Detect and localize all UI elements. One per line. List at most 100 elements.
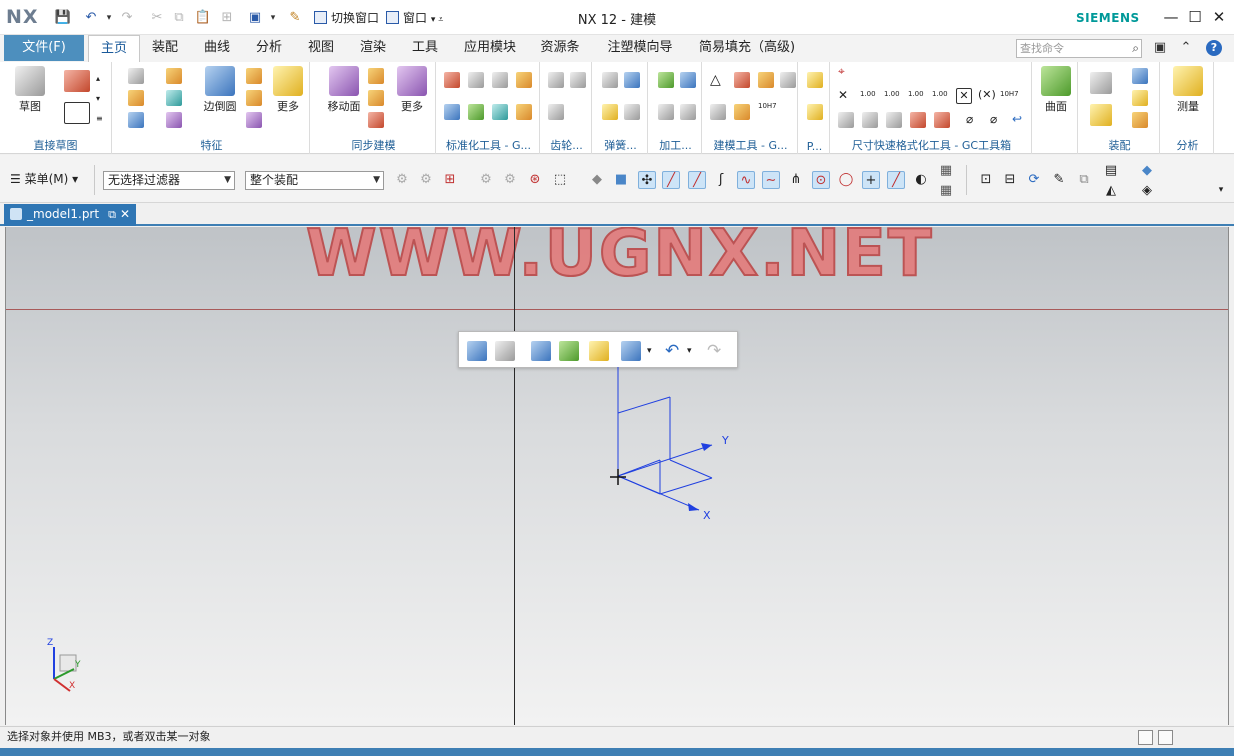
p-tool-1-icon[interactable] (807, 72, 823, 88)
tab-view[interactable]: 视图 (300, 35, 342, 62)
filter-tool-3-icon[interactable]: ⊞ (441, 171, 459, 189)
build-tool-6-icon[interactable] (734, 104, 750, 120)
gear-2-icon[interactable] (570, 72, 586, 88)
pan-icon[interactable]: ✎ (1050, 171, 1068, 189)
offset-region-icon[interactable] (368, 90, 384, 106)
window-layout-icon[interactable]: ▣ (1152, 40, 1168, 56)
status-selection-icon[interactable] (1138, 730, 1153, 745)
datum-csys[interactable] (601, 367, 741, 527)
gear-1-icon[interactable] (548, 72, 564, 88)
paren-x-icon[interactable]: (✕) (978, 88, 996, 104)
pin-icon[interactable]: ⧉ (108, 204, 116, 225)
select-solid-icon[interactable]: ■ (612, 171, 630, 189)
std-tool-6-icon[interactable] (468, 104, 484, 120)
tol-2-icon[interactable]: 1.00 (884, 90, 904, 106)
machining-1-icon[interactable] (658, 72, 674, 88)
chamfer-icon[interactable] (246, 68, 262, 84)
hide-icon[interactable] (531, 341, 551, 361)
tol-4-icon[interactable]: 1.00 (932, 90, 952, 106)
build-tool-3-icon[interactable] (758, 72, 774, 88)
assembly-3-icon[interactable] (1132, 90, 1148, 106)
dim-tool-c-icon[interactable] (886, 112, 902, 128)
std-tool-8-icon[interactable] (516, 104, 532, 120)
sketch-button[interactable]: 草图 (10, 66, 50, 114)
snap-face-icon[interactable]: ◐ (912, 171, 930, 189)
snap-on-curve-icon[interactable]: ╱ (887, 171, 905, 189)
draft-icon[interactable] (246, 112, 262, 128)
dim-undo-icon[interactable]: ↩ (1012, 112, 1028, 128)
tab-mold-wizard[interactable]: 注塑模向导 (600, 35, 680, 62)
block-icon[interactable] (128, 68, 144, 84)
rotate-icon[interactable]: ⟳ (1025, 171, 1043, 189)
assembly-scope-dropdown[interactable]: 整个装配 ▼ (245, 171, 384, 190)
filter-tool-2-icon[interactable]: ⚙ (417, 171, 435, 189)
edge-blend-button[interactable]: 边倒圆 (198, 66, 242, 114)
tol-1-icon[interactable]: 1.00 (860, 90, 880, 106)
pull-face-icon[interactable] (368, 68, 384, 84)
measure-button[interactable]: 测量 (1170, 66, 1206, 114)
rectangle-icon[interactable] (64, 102, 90, 124)
select-body-icon[interactable]: ◆ (588, 171, 606, 189)
std-tool-3-icon[interactable] (492, 72, 508, 88)
snap-intersect-icon[interactable]: ⋔ (787, 171, 805, 189)
tab-easy-fill[interactable]: 简易填充（高级) (692, 35, 802, 62)
std-tool-4-icon[interactable] (516, 72, 532, 88)
assembly-4-icon[interactable] (1132, 112, 1148, 128)
view-tool-2-icon[interactable]: ▦ (937, 182, 955, 200)
surface-button[interactable]: 曲面 (1038, 66, 1074, 114)
extrude-icon[interactable] (128, 90, 144, 106)
dim-tool-e-icon[interactable] (934, 112, 950, 128)
diameter-slash-icon[interactable]: ⌀ (990, 112, 1006, 128)
sketch-expand-icon[interactable]: ≡ (96, 114, 112, 130)
dim-tool-b-icon[interactable] (862, 112, 878, 128)
snap-spline-icon[interactable]: ∼ (762, 171, 780, 189)
snap-quadrant-icon[interactable]: ◯ (837, 171, 855, 189)
render-mode-icon[interactable]: ◭ (1102, 182, 1120, 200)
std-tool-5-icon[interactable] (444, 104, 460, 120)
filter-tool-4-icon[interactable]: ⚙ (477, 171, 495, 189)
chevron-down-icon[interactable]: ▾ (647, 341, 667, 361)
filter-tool-5-icon[interactable]: ⚙ (501, 171, 519, 189)
dim-x-icon[interactable]: ✕ (838, 88, 854, 104)
build-tool-2-icon[interactable] (734, 72, 750, 88)
revolve-icon[interactable] (166, 90, 182, 106)
snap-curve-icon[interactable]: ʃ (712, 171, 730, 189)
assembly-1-icon[interactable] (1090, 72, 1112, 94)
std-tool-7-icon[interactable] (492, 104, 508, 120)
cylinder-icon[interactable] (166, 68, 182, 84)
profile-icon[interactable] (64, 70, 90, 92)
command-search-input[interactable]: 查找命令 ⌕ (1016, 39, 1142, 58)
diameter-icon[interactable]: ⌀ (966, 112, 982, 128)
view-fit-icon[interactable] (467, 341, 487, 361)
select-box-icon[interactable]: ⬚ (551, 171, 569, 189)
graphics-window[interactable]: WWW.UGNX.NET ▾ ↶ ▾ ↷ Y X Z Y X (5, 227, 1229, 725)
std-tool-2-icon[interactable] (468, 72, 484, 88)
snap-control-icon[interactable]: ∿ (737, 171, 755, 189)
document-tab[interactable]: _model1.prt ⧉ ✕ (4, 204, 136, 226)
p-tool-2-icon[interactable] (807, 104, 823, 120)
view-tool-1-icon[interactable]: ▦ (937, 162, 955, 180)
render-style-icon[interactable]: ▤ (1102, 162, 1120, 180)
add-component-icon[interactable] (1090, 104, 1112, 126)
filter-tool-1-icon[interactable]: ⚙ (393, 171, 411, 189)
measure-icon[interactable] (589, 341, 609, 361)
spring-2-icon[interactable] (624, 72, 640, 88)
build-tool-5-icon[interactable] (710, 104, 726, 120)
tol-3-icon[interactable]: 1.00 (908, 90, 928, 106)
filter-tool-6-icon[interactable]: ⊛ (526, 171, 544, 189)
close-icon[interactable]: ✕ (120, 204, 130, 225)
tab-assembly[interactable]: 装配 (144, 35, 186, 62)
build-tool-4-icon[interactable] (780, 72, 796, 88)
search-icon[interactable]: ⌕ (1132, 41, 1139, 56)
tab-render[interactable]: 渲染 (352, 35, 394, 62)
dim-tool-1-icon[interactable]: ⌖ (838, 64, 854, 80)
std-tool-1-icon[interactable] (444, 72, 460, 88)
spring-3-icon[interactable] (602, 104, 618, 120)
dim-tool-d-icon[interactable] (910, 112, 926, 128)
view-zoom-icon[interactable]: ⊟ (1001, 171, 1019, 189)
sketch-scroll-icon[interactable]: ▾ (96, 94, 112, 110)
snap-end-icon[interactable]: ╱ (662, 171, 680, 189)
minimize-button[interactable]: — (1162, 7, 1180, 27)
box-x-icon[interactable]: ✕ (956, 88, 972, 104)
tab-curve[interactable]: 曲线 (196, 35, 238, 62)
